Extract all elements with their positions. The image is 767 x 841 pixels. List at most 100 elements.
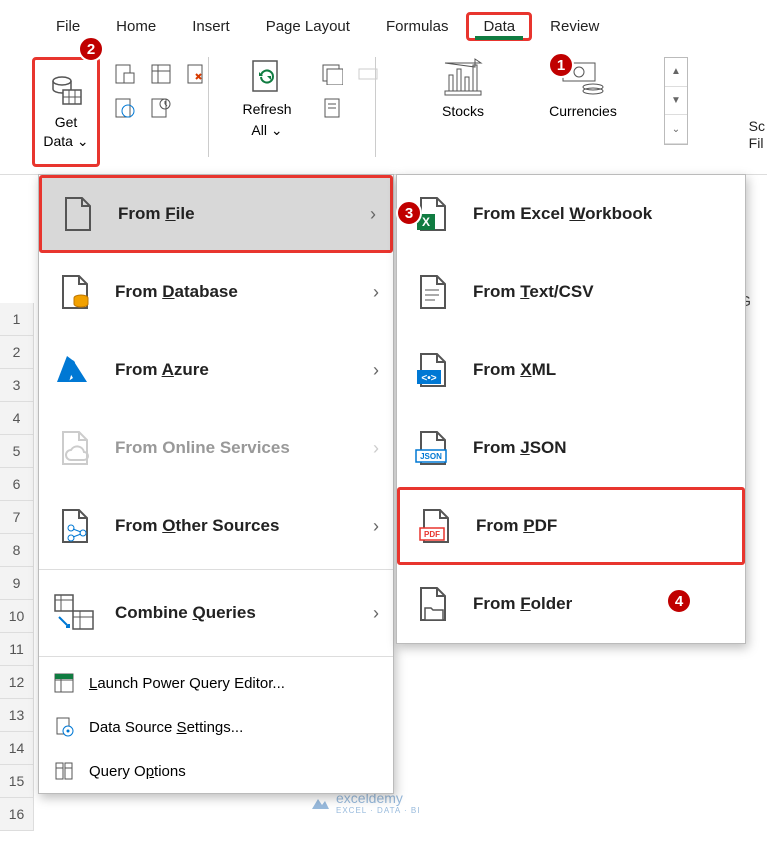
get-data-label2: Data ⌄ (43, 133, 88, 150)
combine-icon (53, 593, 97, 633)
submenu-json[interactable]: JSON From JSON (397, 409, 745, 487)
menu-from-file[interactable]: From File › (39, 175, 393, 253)
settings-file-icon (53, 716, 75, 738)
chevron-right-icon: › (370, 204, 376, 225)
row-header[interactable]: 4 (0, 402, 34, 435)
svg-text:PDF: PDF (424, 530, 440, 539)
scroll-up-icon[interactable]: ▲ (665, 58, 687, 87)
file-db-icon (57, 272, 93, 312)
watermark-icon (310, 793, 330, 813)
svg-text:JSON: JSON (420, 452, 442, 461)
menu-separator (39, 656, 393, 657)
queries-icon[interactable] (317, 61, 347, 87)
menu-label: Combine Queries (115, 603, 256, 623)
pdf-file-icon: PDF (418, 506, 454, 546)
tab-data[interactable]: Data (466, 12, 532, 41)
refresh-label1: Refresh (242, 101, 291, 118)
file-icon (60, 194, 96, 234)
edit-links-icon[interactable] (353, 61, 383, 87)
row-header[interactable]: 6 (0, 468, 34, 501)
chevron-right-icon: › (373, 516, 379, 537)
refresh-label2: All ⌄ (251, 122, 282, 139)
menu-launch-pqe[interactable]: Launch Power Query Editor... (39, 661, 393, 705)
submenu-xml[interactable]: <•> From XML (397, 331, 745, 409)
menu-label: From Online Services (115, 438, 290, 458)
scroll-down-icon[interactable]: ▼ (665, 87, 687, 116)
scroll-more-icon[interactable]: ⌄ (665, 115, 687, 144)
row-header[interactable]: 2 (0, 336, 34, 369)
row-header[interactable]: 5 (0, 435, 34, 468)
row-header[interactable]: 15 (0, 765, 34, 798)
menu-from-database[interactable]: From Database › (39, 253, 393, 331)
menu-separator (39, 569, 393, 570)
submenu-text-csv[interactable]: From Text/CSV (397, 253, 745, 331)
svg-text:X: X (422, 215, 430, 229)
menu-label: From Text/CSV (473, 282, 594, 302)
menu-data-source-settings[interactable]: Data Source Settings... (39, 705, 393, 749)
menu-label: Query Options (89, 763, 186, 780)
row-header[interactable]: 13 (0, 699, 34, 732)
from-text-icon[interactable] (110, 61, 140, 87)
get-data-label1: Get (55, 114, 78, 131)
menu-from-other[interactable]: From Other Sources › (39, 487, 393, 565)
callout-3: 3 (396, 200, 422, 226)
currencies-label: Currencies (549, 103, 617, 119)
chevron-right-icon: › (373, 603, 379, 624)
refresh-icon (247, 57, 287, 97)
recent-sources-icon[interactable] (146, 95, 176, 121)
menu-label: Data Source Settings... (89, 719, 243, 736)
stocks-icon (439, 57, 487, 97)
submenu-pdf[interactable]: PDF From PDF (397, 487, 745, 565)
options-icon (53, 760, 75, 782)
row-header[interactable]: 9 (0, 567, 34, 600)
from-web-icon[interactable] (110, 95, 140, 121)
row-header[interactable]: 10 (0, 600, 34, 633)
from-table-icon[interactable] (146, 61, 176, 87)
menu-from-azure[interactable]: From Azure › (39, 331, 393, 409)
gallery-scroll[interactable]: ▲ ▼ ⌄ (664, 57, 688, 145)
text-file-icon (415, 272, 451, 312)
database-grid-icon (49, 74, 83, 108)
callout-4: 4 (666, 588, 692, 614)
file-cloud-icon (57, 428, 93, 468)
row-header[interactable]: 16 (0, 798, 34, 831)
row-header[interactable]: 12 (0, 666, 34, 699)
row-header[interactable]: 1 (0, 303, 34, 336)
svg-text:<•>: <•> (421, 373, 436, 384)
chevron-right-icon: › (373, 360, 379, 381)
menu-combine-queries[interactable]: Combine Queries › (39, 574, 393, 652)
file-sources-icon (57, 506, 93, 546)
submenu-folder[interactable]: From Folder (397, 565, 745, 643)
tab-home[interactable]: Home (98, 12, 174, 41)
sort-filter-truncated: ScFil (749, 118, 765, 152)
chevron-right-icon: › (373, 438, 379, 459)
tab-formulas[interactable]: Formulas (368, 12, 467, 41)
menu-label: From JSON (473, 438, 567, 458)
menu-label: From XML (473, 360, 556, 380)
folder-file-icon (415, 584, 451, 624)
refresh-all-button[interactable]: Refresh All ⌄ (227, 57, 307, 139)
ribbon-toolbar: Get Data ⌄ Refresh All ⌄ Stocks Currenci… (0, 45, 767, 175)
properties-icon[interactable] (317, 95, 347, 121)
separator (375, 57, 376, 157)
row-header[interactable]: 14 (0, 732, 34, 765)
menu-query-options[interactable]: Query Options (39, 749, 393, 793)
row-header[interactable]: 8 (0, 534, 34, 567)
menu-label: From Other Sources (115, 516, 279, 536)
tab-insert[interactable]: Insert (174, 12, 248, 41)
stocks-button[interactable]: Stocks (418, 57, 508, 119)
get-data-menu: From File › From Database › From Azure ›… (38, 174, 394, 794)
from-file-submenu: X From Excel Workbook From Text/CSV <•> … (396, 174, 746, 644)
row-header[interactable]: 11 (0, 633, 34, 666)
menu-from-online: From Online Services › (39, 409, 393, 487)
callout-2: 2 (78, 36, 104, 62)
ribbon-tabs: File Home Insert Page Layout Formulas Da… (0, 0, 767, 45)
query-icons-group (317, 57, 357, 153)
submenu-excel-workbook[interactable]: X From Excel Workbook (397, 175, 745, 253)
menu-label: From Folder (473, 594, 572, 614)
row-header[interactable]: 7 (0, 501, 34, 534)
row-header[interactable]: 3 (0, 369, 34, 402)
tab-review[interactable]: Review (532, 12, 617, 41)
tab-pagelayout[interactable]: Page Layout (248, 12, 368, 41)
get-data-button[interactable]: Get Data ⌄ (32, 57, 100, 167)
